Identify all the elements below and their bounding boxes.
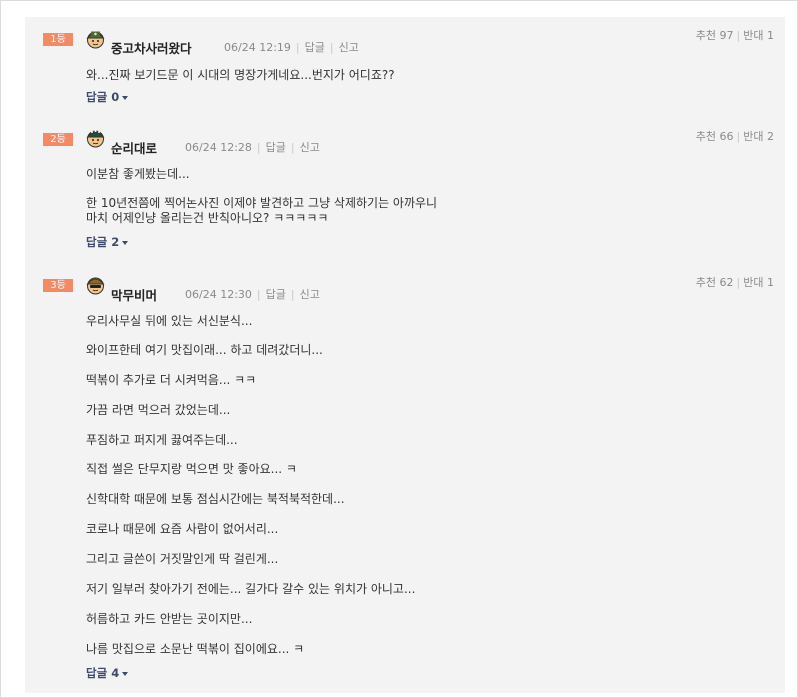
reply-button[interactable]: 답글: [266, 288, 286, 301]
reply-count-label: 답글: [86, 90, 108, 104]
recommend-button[interactable]: 추천: [696, 29, 716, 42]
comment-time: 06/24 12:28: [185, 141, 252, 154]
comment-text: 우리사무실 뒤에 있는 서신분식...: [86, 314, 253, 328]
comment-meta: 06/24 12:28 | 답글 | 신고: [185, 141, 320, 154]
oppose-button[interactable]: 반대: [743, 276, 763, 289]
oppose-count: 2: [767, 130, 774, 143]
reply-count-toggle[interactable]: 답글 2: [86, 234, 129, 250]
comment-text: 마치 어제인냥 올리는건 반칙아니오? ㅋㅋㅋㅋㅋ: [86, 211, 329, 225]
recommend-button[interactable]: 추천: [696, 276, 716, 289]
comment-author[interactable]: 막무비머: [111, 285, 157, 304]
rank-badge: 3등: [43, 279, 73, 292]
comment-text: 코로나 때문에 요즘 사람이 없어서리...: [86, 522, 279, 536]
oppose-button[interactable]: 반대: [743, 29, 763, 42]
chevron-down-icon: [122, 240, 129, 245]
comment-meta: 06/24 12:19 | 답글 | 신고: [224, 41, 359, 54]
comment-text: 나름 맛집으로 소문난 떡볶이 집이에요... ㅋ: [86, 642, 305, 656]
comment-text: 가끔 라면 먹으러 갔었는데...: [86, 403, 231, 417]
chevron-down-icon: [122, 671, 129, 676]
comment-text: 그리고 글쓴이 거짓말인게 딱 걸린게...: [86, 552, 279, 566]
comment-meta: 06/24 12:30 | 답글 | 신고: [185, 288, 320, 301]
recommend-button[interactable]: 추천: [696, 130, 716, 143]
page-frame: 1등 중고차사러왔다 06/24 12:19 | 답글 | 신고 추천 97 | 반대 1 …: [0, 0, 798, 698]
recommend-count: 97: [719, 29, 734, 42]
comment-time: 06/24 12:19: [224, 41, 291, 54]
report-button[interactable]: 신고: [300, 288, 320, 301]
reply-count-toggle[interactable]: 답글 4: [86, 665, 129, 681]
reply-count: 4: [111, 666, 120, 680]
reply-button[interactable]: 답글: [266, 141, 286, 154]
reply-count: 0: [111, 90, 120, 104]
reply-button[interactable]: 답글: [305, 41, 325, 54]
recommend-count: 62: [719, 276, 734, 289]
comment-text: 와이프한테 여기 맛집이래... 하고 데려갔더니...: [86, 343, 323, 357]
comment-text: 저기 일부러 찾아가기 전에는... 길가다 갈수 있는 위치가 아니고...: [86, 582, 416, 596]
oppose-button[interactable]: 반대: [743, 130, 763, 143]
avatar-icon: [86, 31, 105, 49]
avatar-icon: [86, 130, 105, 148]
comment-text: 와...진짜 보기드문 이 시대의 명장가게네요...번지가 어디죠??: [86, 68, 395, 82]
rank-badge: 1등: [43, 33, 73, 46]
avatar-icon: [86, 277, 105, 295]
vote-counts: 추천 62 | 반대 1: [695, 276, 774, 289]
comment-text: 허름하고 카드 안받는 곳이지만...: [86, 612, 253, 626]
reply-count: 2: [111, 235, 120, 249]
recommend-count: 66: [719, 130, 734, 143]
report-button[interactable]: 신고: [339, 41, 359, 54]
chevron-down-icon: [122, 95, 129, 100]
oppose-count: 1: [767, 276, 774, 289]
reply-count-label: 답글: [86, 666, 108, 680]
comment-text: 푸짐하고 퍼지게 끓여주는데...: [86, 433, 238, 447]
vote-counts: 추천 66 | 반대 2: [695, 130, 774, 143]
comment-author[interactable]: 중고차사러왔다: [111, 38, 192, 57]
reply-count-label: 답글: [86, 235, 108, 249]
report-button[interactable]: 신고: [300, 141, 320, 154]
comment-author[interactable]: 순리대로: [111, 138, 157, 157]
comment-text: 이분참 좋게봤는데...: [86, 167, 190, 181]
comment-text: 떡볶이 추가로 더 시켜먹음... ㅋㅋ: [86, 373, 257, 387]
reply-count-toggle[interactable]: 답글 0: [86, 89, 129, 105]
vote-counts: 추천 97 | 반대 1: [695, 29, 774, 42]
comment-time: 06/24 12:30: [185, 288, 252, 301]
comment-text: 신학대학 때문에 보통 점심시간에는 북적북적한데...: [86, 492, 345, 506]
oppose-count: 1: [767, 29, 774, 42]
best-comments-panel: 1등 중고차사러왔다 06/24 12:19 | 답글 | 신고 추천 97 | 반대 1 …: [25, 17, 785, 693]
comment-text: 직접 썰은 단무지랑 먹으면 맛 좋아요... ㅋ: [86, 462, 297, 476]
rank-badge: 2등: [43, 133, 73, 146]
